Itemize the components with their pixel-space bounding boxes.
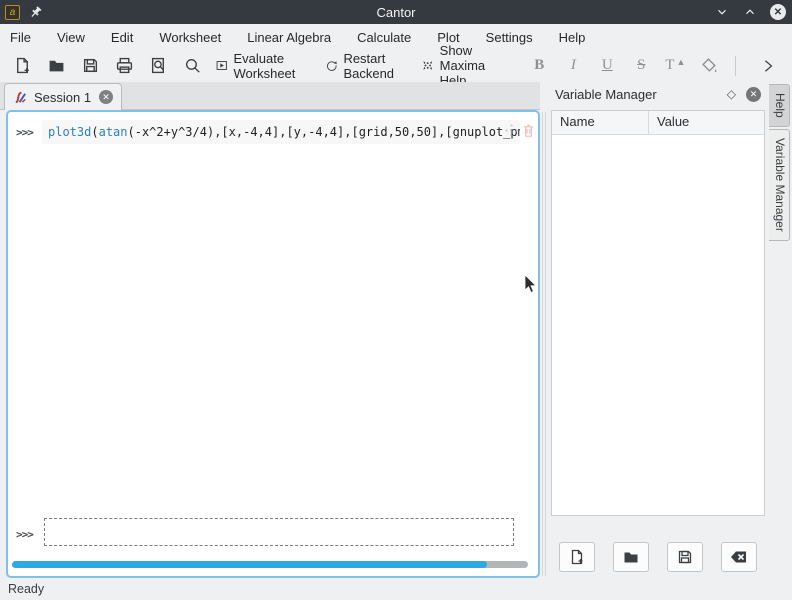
splitter-handle[interactable] xyxy=(545,112,546,576)
menu-file[interactable]: File xyxy=(10,30,31,45)
clear-variables-button[interactable] xyxy=(721,542,757,572)
session-progress-bar xyxy=(12,561,528,568)
menu-calculate[interactable]: Calculate xyxy=(357,30,411,45)
code-segment: ( xyxy=(91,125,98,139)
side-tab-variable-manager[interactable]: Variable Manager xyxy=(769,129,790,241)
code-segment: plot3d xyxy=(48,125,91,139)
code-segment: atan xyxy=(99,125,128,139)
code-segment: (-x^2+y^3/4),[x,-4,4],[y,-4,4],[grid,50,… xyxy=(128,125,521,139)
new-variable-button[interactable] xyxy=(559,542,595,572)
command-prompt: >>> xyxy=(16,126,33,139)
menu-edit[interactable]: Edit xyxy=(111,30,133,45)
tab-label: Session 1 xyxy=(34,90,91,105)
side-tab-help[interactable]: Help xyxy=(769,84,790,127)
close-panel-icon[interactable]: ✕ xyxy=(746,87,761,102)
variable-manager-title: Variable Manager xyxy=(555,87,657,102)
column-header-value[interactable]: Value xyxy=(649,111,697,134)
float-panel-icon[interactable]: ◇ xyxy=(727,87,736,101)
entry-prompt: >>> xyxy=(16,528,33,541)
bold-button[interactable]: B xyxy=(525,53,553,79)
search-button[interactable] xyxy=(178,53,206,79)
fill-color-button[interactable] xyxy=(695,53,723,79)
menu-help[interactable]: Help xyxy=(559,30,586,45)
minimize-button[interactable] xyxy=(714,4,730,20)
italic-button[interactable]: I xyxy=(559,53,587,79)
underline-button[interactable]: U xyxy=(593,53,621,79)
tab-close-icon[interactable]: ✕ xyxy=(99,90,113,104)
window-title: Cantor xyxy=(0,5,792,20)
restart-backend-label: Restart Backend xyxy=(343,51,408,81)
toolbar-overflow-button[interactable] xyxy=(754,53,782,79)
column-header-name[interactable]: Name xyxy=(552,111,649,134)
evaluate-worksheet-button[interactable]: Evaluate Worksheet xyxy=(212,53,316,79)
tab-session-1[interactable]: Session 1 ✕ xyxy=(4,83,122,110)
variables-table[interactable]: Name Value xyxy=(551,110,765,516)
empty-command-entry[interactable] xyxy=(44,518,514,546)
load-variables-button[interactable] xyxy=(613,542,649,572)
print-preview-button[interactable] xyxy=(144,53,172,79)
font-size-up-button[interactable]: T▲ xyxy=(661,53,689,79)
print-button[interactable] xyxy=(110,53,138,79)
worksheet[interactable]: >>> plot3d(atan(-x^2+y^3/4),[x,-4,4],[y,… xyxy=(6,110,540,578)
command-input[interactable]: plot3d(atan(-x^2+y^3/4),[x,-4,4],[y,-4,4… xyxy=(42,120,520,144)
variable-manager-panel: Variable Manager ◇ ✕ Name Value xyxy=(549,82,767,578)
delete-entry-icon[interactable] xyxy=(521,123,536,138)
save-button[interactable] xyxy=(76,53,104,79)
splitter-handle[interactable] xyxy=(542,112,543,576)
title-bar: a Cantor ✕ xyxy=(0,0,792,24)
restart-backend-button[interactable]: Restart Backend xyxy=(322,53,412,79)
tab-bar: Session 1 ✕ xyxy=(0,82,540,110)
menu-view[interactable]: View xyxy=(57,30,85,45)
new-document-button[interactable] xyxy=(8,53,36,79)
maxima-icon xyxy=(13,90,28,105)
move-entry-icon[interactable] xyxy=(504,123,519,138)
menu-linear-algebra[interactable]: Linear Algebra xyxy=(247,30,331,45)
toolbar-separator xyxy=(735,56,736,76)
evaluate-worksheet-label: Evaluate Worksheet xyxy=(234,51,312,81)
save-variables-button[interactable] xyxy=(667,542,703,572)
progress-fill xyxy=(12,561,487,568)
maximize-button[interactable] xyxy=(742,4,758,20)
side-tab-strip: Help Variable Manager xyxy=(769,84,791,243)
close-button[interactable]: ✕ xyxy=(770,4,786,20)
status-bar: Ready xyxy=(0,578,792,600)
open-folder-button[interactable] xyxy=(42,53,70,79)
show-maxima-help-button[interactable]: Show Maxima Help xyxy=(418,53,519,79)
menu-bar: File View Edit Worksheet Linear Algebra Calcu… xyxy=(0,24,792,50)
toolbar: Evaluate Worksheet Restart Backend Show … xyxy=(0,50,792,81)
status-text: Ready xyxy=(8,582,44,596)
plot3d-output xyxy=(48,148,536,508)
mouse-cursor xyxy=(524,275,538,295)
strikethrough-button[interactable]: S xyxy=(627,53,655,79)
menu-worksheet[interactable]: Worksheet xyxy=(159,30,221,45)
